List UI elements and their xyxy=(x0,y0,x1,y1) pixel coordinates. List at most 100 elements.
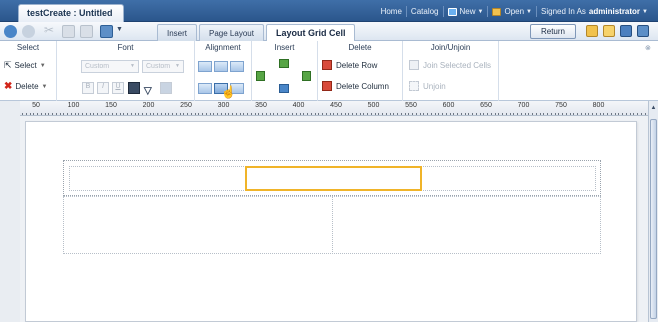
font-family-select[interactable]: Custom ▼ xyxy=(81,60,139,73)
ruler-tick xyxy=(487,113,488,115)
undo-icon[interactable] xyxy=(4,25,17,38)
ruler-tick xyxy=(288,113,290,115)
preview-icon[interactable] xyxy=(586,25,598,37)
italic-button[interactable]: I xyxy=(97,82,109,94)
ruler-label: 550 xyxy=(405,102,417,109)
ruler-tick xyxy=(490,113,492,115)
save-icon[interactable] xyxy=(100,25,113,38)
join-cells-button[interactable]: Join Selected Cells xyxy=(409,60,491,70)
insert-column-left-icon[interactable] xyxy=(256,71,265,81)
new-menu[interactable]: New ▼ xyxy=(442,6,488,17)
ruler-tick xyxy=(427,113,428,115)
ruler-label: 100 xyxy=(67,102,80,109)
paste-icon[interactable] xyxy=(80,25,93,38)
delete-button[interactable]: ✖ Delete ▼ xyxy=(4,81,47,92)
main-toolbar: ✂ ▼ Insert Page Layout Layout Grid Cell … xyxy=(0,22,658,42)
tab-page-layout[interactable]: Page Layout xyxy=(199,24,264,41)
ruler-tick xyxy=(513,113,515,115)
underline-button[interactable]: U xyxy=(112,82,124,94)
ruler-tick xyxy=(588,113,590,115)
chevron-down-icon[interactable]: ▼ xyxy=(116,26,129,39)
ruler-tick xyxy=(569,113,571,115)
ruler-tick xyxy=(397,113,398,115)
align-left-button[interactable] xyxy=(198,83,212,94)
ruler-tick xyxy=(457,113,458,115)
align-middle-button[interactable] xyxy=(214,61,228,72)
ruler-tick xyxy=(209,113,211,115)
home-link[interactable]: Home xyxy=(377,6,406,17)
global-nav: Home Catalog New ▼ Open ▼ Signed In As admi… xyxy=(377,6,652,17)
ruler-tick xyxy=(592,113,593,115)
ruler-tick xyxy=(599,113,601,115)
font-size-select[interactable]: Custom ▼ xyxy=(142,60,184,73)
insert-row-above-icon[interactable] xyxy=(279,59,289,68)
user-name: administrator xyxy=(588,7,641,16)
delete-x-icon: ✖ xyxy=(4,81,13,92)
select-button[interactable]: ⇱ Select ▼ xyxy=(4,60,46,71)
ruler-tick xyxy=(558,113,560,115)
format-brush-icon[interactable] xyxy=(160,82,172,94)
insert-row-below-icon[interactable] xyxy=(279,84,289,93)
ruler-label: 800 xyxy=(592,102,605,109)
delete-row-button[interactable]: Delete Row xyxy=(322,60,377,70)
delete-column-button[interactable]: Delete Column xyxy=(322,81,389,91)
ribbon-tabs: Insert Page Layout Layout Grid Cell xyxy=(157,24,357,42)
ruler-label: 50 xyxy=(32,102,40,109)
bold-button[interactable]: B xyxy=(82,82,94,94)
ruler-tick xyxy=(502,113,503,115)
ruler-tick xyxy=(198,113,200,115)
unjoin-button[interactable]: Unjoin xyxy=(409,81,446,91)
save-icon[interactable] xyxy=(620,25,632,37)
selected-grid-cell[interactable] xyxy=(245,166,422,191)
folder-icon xyxy=(492,7,502,16)
chevron-down-icon: ▼ xyxy=(526,8,532,15)
fill-color-icon[interactable]: 🜄 xyxy=(143,80,153,102)
ruler-tick xyxy=(344,113,346,115)
ruler-tick xyxy=(337,113,338,115)
ruler-tick xyxy=(33,113,35,115)
ruler-tick xyxy=(355,113,357,115)
ruler-tick xyxy=(115,113,117,115)
tab-layout-grid-cell[interactable]: Layout Grid Cell xyxy=(265,24,356,42)
align-bottom-button[interactable] xyxy=(230,61,244,72)
collapse-ribbon-icon[interactable]: ⊗ xyxy=(645,44,651,52)
scrollbar-thumb[interactable] xyxy=(650,119,657,319)
group-join-unjoin: Join/Unjoin Join Selected Cells Unjoin xyxy=(403,41,499,101)
copy-icon[interactable] xyxy=(62,25,75,38)
user-menu[interactable]: Signed In As administrator ▼ xyxy=(536,6,652,17)
save-as-icon[interactable] xyxy=(637,25,649,37)
unjoin-icon xyxy=(409,81,419,91)
ruler-tick xyxy=(562,113,563,115)
ruler-tick xyxy=(142,113,143,115)
open-folder-icon[interactable] xyxy=(603,25,615,37)
ruler-tick xyxy=(528,113,530,115)
ruler-tick xyxy=(378,113,380,115)
document-tab[interactable]: testCreate : Untitled xyxy=(18,4,124,22)
ruler-tick xyxy=(595,113,597,115)
ruler-tick xyxy=(44,113,46,115)
ruler-tick xyxy=(603,113,605,115)
border-icon[interactable] xyxy=(128,82,140,94)
ruler-tick xyxy=(310,113,312,115)
open-menu[interactable]: Open ▼ xyxy=(487,6,536,17)
ruler-tick xyxy=(550,113,552,115)
vertical-scrollbar[interactable]: ▲ xyxy=(648,101,658,322)
ruler-tick xyxy=(509,113,511,115)
ruler-tick xyxy=(322,113,323,115)
ruler-tick xyxy=(333,113,335,115)
cut-icon[interactable]: ✂ xyxy=(44,23,57,37)
ruler-tick xyxy=(618,113,620,115)
ruler-tick xyxy=(250,113,252,115)
ruler-tick xyxy=(217,113,218,115)
align-top-button[interactable] xyxy=(198,61,212,72)
return-button[interactable]: Return xyxy=(530,24,576,39)
redo-icon[interactable] xyxy=(22,25,35,38)
ruler-tick xyxy=(202,113,203,115)
insert-column-right-icon[interactable] xyxy=(302,71,311,81)
catalog-link[interactable]: Catalog xyxy=(405,6,443,17)
new-icon xyxy=(447,7,457,16)
tab-insert[interactable]: Insert xyxy=(157,24,198,41)
ruler-tick xyxy=(580,113,582,115)
scroll-up-icon[interactable]: ▲ xyxy=(649,105,658,111)
ruler-tick xyxy=(367,113,368,115)
